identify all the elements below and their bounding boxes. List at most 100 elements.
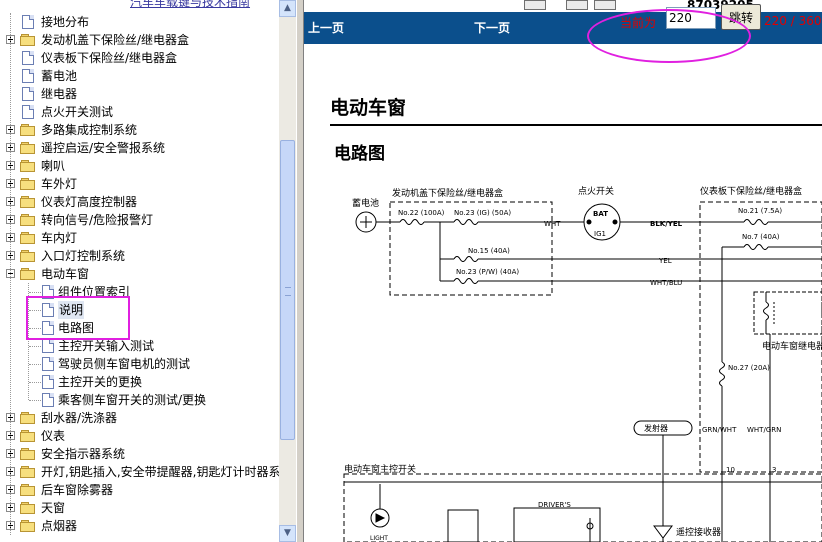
- scroll-thumb[interactable]: [280, 140, 295, 440]
- tree-item-label: 电动车窗: [41, 267, 90, 281]
- tree-item[interactable]: 多路集成控制系统: [0, 121, 279, 139]
- tree-item[interactable]: 刮水器/洗涤器: [0, 409, 279, 427]
- tree-item-label: 蓄电池: [41, 69, 78, 83]
- tree-item[interactable]: 发动机盖下保险丝/继电器盒: [0, 31, 279, 49]
- folder-icon: [20, 250, 36, 262]
- toolbar-icon[interactable]: [566, 0, 588, 10]
- page-count: 220 / 360: [764, 14, 822, 28]
- tree-item[interactable]: 喇叭: [0, 157, 279, 175]
- top-link-strip: 汽车车载键与技术指南: [0, 0, 279, 10]
- tree-subitem[interactable]: 驾驶员侧车窗电机的测试: [0, 355, 279, 373]
- top-link[interactable]: 汽车车载键与技术指南: [130, 0, 250, 10]
- tree-item[interactable]: 仪表板下保险丝/继电器盒: [0, 49, 279, 67]
- tree-item-label: 仪表灯高度控制器: [41, 195, 138, 209]
- fuse-23-pw-label: No.23 (P/W) (40A): [456, 268, 519, 276]
- tree-item[interactable]: 仪表灯高度控制器: [0, 193, 279, 211]
- tree-item[interactable]: 转向信号/危险报警灯: [0, 211, 279, 229]
- folder-icon: [20, 124, 36, 136]
- tree-item-label: 后车窗除雾器: [41, 483, 114, 497]
- pin-3-label: 3: [772, 466, 776, 474]
- ig1-label: IG1: [594, 230, 606, 238]
- tree-item[interactable]: 继电器: [0, 85, 279, 103]
- toolbar-icon[interactable]: [594, 0, 616, 10]
- folder-icon: [20, 178, 36, 190]
- tree-item[interactable]: 点烟器: [0, 517, 279, 535]
- tree-item-label: 车外灯: [41, 177, 78, 191]
- pin-10-label: 10: [726, 466, 735, 474]
- tree-guide-line: [29, 346, 41, 347]
- fuse-21-label: No.21 (7.5A): [738, 207, 782, 215]
- tree-item[interactable]: 后车窗除雾器: [0, 481, 279, 499]
- underhood-box-label: 发动机盖下保险丝/继电器盒: [392, 187, 503, 199]
- tree-item-label: 仪表: [41, 429, 66, 443]
- tree-guide-line: [29, 364, 41, 365]
- tree-item[interactable]: 天窗: [0, 499, 279, 517]
- folder-icon: [20, 430, 36, 442]
- tree-item[interactable]: 车外灯: [0, 175, 279, 193]
- content-frame: 87039205 上一页 下一页 当前为 跳转 220 / 360: [304, 0, 822, 542]
- tree-item[interactable]: 蓄电池: [0, 67, 279, 85]
- document-icon: [22, 87, 34, 101]
- tree-item-label: 继电器: [41, 87, 78, 101]
- tree-item-label: 安全指示器系统: [41, 447, 126, 461]
- prev-page-link[interactable]: 上一页: [308, 19, 344, 36]
- fuse-22-label: No.22 (100A): [398, 209, 445, 217]
- document-icon: [22, 69, 34, 83]
- document-icon: [42, 339, 54, 353]
- scroll-down-button[interactable]: ▼: [279, 525, 296, 542]
- wire-grn-wht-label: GRN/WHT: [702, 426, 737, 434]
- wire-wht-label: WHT: [544, 220, 561, 228]
- tree-item[interactable]: 遥控启运/安全警报系统: [0, 139, 279, 157]
- folder-icon: [20, 466, 36, 478]
- tree-item-label: 转向信号/危险报警灯: [41, 213, 154, 227]
- tree-item-label: 天窗: [41, 501, 66, 515]
- tree-item-label: 刮水器/洗涤器: [41, 411, 118, 425]
- tree-subitem[interactable]: 乘客侧车窗开关的测试/更换: [0, 391, 279, 409]
- circuit-diagram: 电动车窗 电路图 蓄电池 发动机盖下保险丝/继电器盒 点火开关 仪表板下保险丝/…: [330, 96, 822, 542]
- tree-guide-line: [29, 292, 41, 293]
- tree-item-label: 点烟器: [41, 519, 78, 533]
- scroll-up-button[interactable]: ▲: [279, 0, 296, 17]
- tree-item-label: 入口灯控制系统: [41, 249, 126, 263]
- tree-item[interactable]: 开灯,钥匙插入,安全带提醒器,钥匙灯计时器系: [0, 463, 279, 481]
- diagram-subtitle: 电路图: [334, 143, 385, 164]
- folder-icon: [20, 484, 36, 496]
- frame-divider[interactable]: [296, 0, 304, 542]
- tree-item[interactable]: 电动车窗: [0, 265, 279, 283]
- document-icon: [42, 375, 54, 389]
- receiver-label: 遥控接收器: [676, 526, 721, 538]
- fuse-15-label: No.15 (40A): [468, 247, 510, 255]
- tree-subitem[interactable]: 主控开关的更换: [0, 373, 279, 391]
- folder-icon: [20, 448, 36, 460]
- fuse-7-label: No.7 (40A): [742, 233, 780, 241]
- transmitter-label: 发射器: [644, 423, 668, 433]
- tree-item[interactable]: 接地分布: [0, 13, 279, 31]
- tree-scrollbar[interactable]: ▲ ▼: [279, 0, 296, 542]
- tree-item[interactable]: 安全指示器系统: [0, 445, 279, 463]
- next-page-link[interactable]: 下一页: [474, 19, 510, 36]
- tree-item-label: 遥控启运/安全警报系统: [41, 141, 166, 155]
- document-icon: [42, 357, 54, 371]
- tree-item-label: 开灯,钥匙插入,安全带提醒器,钥匙灯计时器系: [41, 465, 279, 479]
- wire-wht-blu-label: WHT/BLU: [650, 279, 682, 287]
- thumb-grip: [285, 287, 291, 296]
- folder-icon: [20, 160, 36, 172]
- fuse-27-label: No.27 (20A): [728, 364, 770, 372]
- tree-item-label: 喇叭: [41, 159, 66, 173]
- wire-blk-yel-label: BLK/YEL: [650, 220, 683, 228]
- wire-yel-label: YEL: [658, 257, 672, 265]
- folder-icon: [20, 142, 36, 154]
- master-switch-label: 电动车窗主控开关: [344, 463, 416, 475]
- relay-label: 电动车窗继电器: [762, 340, 822, 352]
- tree-item[interactable]: 车内灯: [0, 229, 279, 247]
- tree-item[interactable]: 点火开关测试: [0, 103, 279, 121]
- folder-open-icon: [20, 268, 36, 280]
- folder-icon: [20, 196, 36, 208]
- dash-box-label: 仪表板下保险丝/继电器盒: [700, 185, 802, 197]
- folder-icon: [20, 214, 36, 226]
- tree-item-label: 接地分布: [41, 15, 90, 29]
- tree-item[interactable]: 入口灯控制系统: [0, 247, 279, 265]
- toolbar-icon[interactable]: [524, 0, 546, 10]
- tree-guide-line: [29, 400, 41, 401]
- tree-item[interactable]: 仪表: [0, 427, 279, 445]
